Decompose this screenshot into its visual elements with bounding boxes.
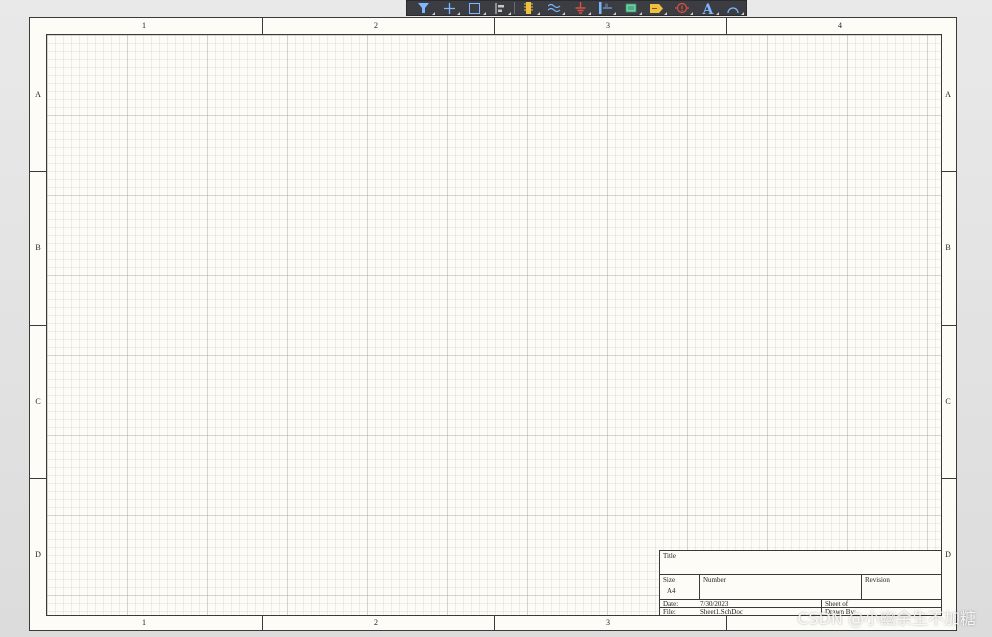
title-block-line [861, 574, 862, 599]
svg-text:A: A [702, 2, 714, 15]
sheet-symbol-button[interactable] [618, 1, 644, 16]
dropdown-corner [431, 11, 435, 15]
dropdown-corner [715, 11, 719, 15]
zone-divider [940, 171, 956, 172]
date-value: 7/30/2023 [700, 600, 729, 608]
title-block-line [660, 574, 941, 575]
column-label-top: 2 [374, 21, 378, 30]
wire-icon [547, 3, 561, 13]
zone-divider [940, 325, 956, 326]
zone-divider [726, 614, 727, 630]
zone-divider [494, 18, 495, 34]
move-button[interactable] [437, 1, 463, 16]
svg-text:lll: lll [605, 3, 608, 8]
dropdown-corner [690, 11, 693, 15]
select-rect-icon [469, 2, 481, 14]
row-label-left: B [35, 243, 41, 252]
column-label-bottom: 1 [142, 618, 146, 627]
zone-divider [494, 614, 495, 630]
column-label-top: 4 [838, 21, 842, 30]
file-label: File: [663, 608, 676, 616]
sheet-symbol-icon [625, 3, 637, 13]
schematic-canvas[interactable] [46, 34, 942, 616]
port-button[interactable] [644, 1, 670, 16]
date-label: Date: [663, 600, 679, 608]
file-value: Sheet1.SchDoc [700, 608, 743, 616]
size-value: A4 [667, 587, 676, 595]
title-label: Title [663, 552, 676, 560]
text-button[interactable]: A [695, 1, 721, 16]
title-block-line [699, 574, 700, 599]
number-label: Number [703, 576, 726, 584]
dropdown-corner [482, 11, 486, 15]
align-button[interactable] [488, 1, 514, 16]
zone-divider [726, 18, 727, 34]
dropdown-corner [741, 11, 745, 15]
component-icon [524, 2, 534, 14]
column-label-bottom: 3 [606, 618, 610, 627]
zone-divider [30, 171, 46, 172]
place-part-button[interactable] [516, 1, 542, 16]
zone-divider [262, 18, 263, 34]
filter-button[interactable] [411, 1, 437, 16]
dropdown-corner [638, 11, 642, 15]
arc-icon [727, 7, 739, 13]
zone-divider [30, 325, 46, 326]
dropdown-corner [587, 11, 591, 15]
column-label-top: 3 [606, 21, 610, 30]
directive-icon [675, 2, 690, 14]
zone-divider [262, 614, 263, 630]
align-icon [495, 2, 504, 14]
active-bar-toolbar: lll A [406, 0, 747, 16]
directive-button[interactable] [669, 1, 695, 16]
schematic-sheet[interactable]: 1 2 3 4 1 2 3 A B C D A B C D Title Size… [29, 17, 957, 631]
crosshair-icon [443, 2, 455, 14]
dropdown-corner [536, 11, 540, 15]
watermark: CSDN @小幽余生不加糖 [797, 609, 976, 628]
zone-divider [30, 478, 46, 479]
revision-label: Revision [865, 576, 890, 584]
filter-icon [418, 3, 430, 13]
column-label-bottom: 2 [374, 618, 378, 627]
size-label: Size [663, 576, 676, 584]
zone-divider [940, 478, 956, 479]
arc-button[interactable] [721, 1, 747, 16]
select-button[interactable] [462, 1, 488, 16]
toolbar-separator [514, 2, 516, 14]
bus-button[interactable]: lll [593, 1, 619, 16]
dropdown-corner [664, 11, 668, 15]
dropdown-corner [613, 11, 617, 15]
text-icon: A [702, 2, 714, 15]
row-label-left: A [35, 90, 41, 99]
ground-icon [575, 2, 586, 14]
wire-button[interactable] [542, 1, 568, 16]
gnd-power-button[interactable] [567, 1, 593, 16]
port-icon [650, 3, 664, 13]
column-label-top: 1 [142, 21, 146, 30]
dropdown-corner [562, 11, 566, 15]
row-label-left: D [35, 550, 41, 559]
row-label-left: C [35, 397, 41, 406]
bus-icon: lll [599, 2, 613, 14]
dropdown-corner [457, 11, 461, 15]
dropdown-corner [508, 11, 512, 15]
